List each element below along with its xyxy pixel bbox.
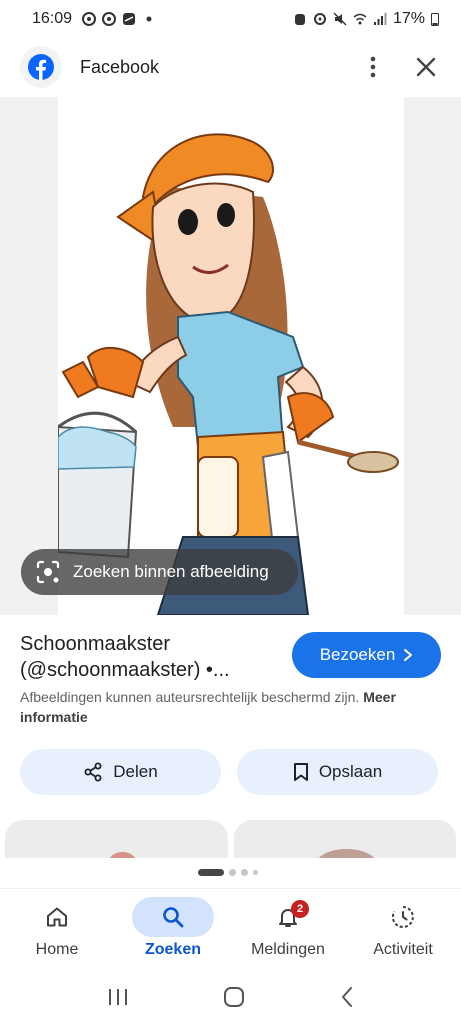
facebook-logo-icon xyxy=(20,46,62,88)
result-title-line1: Schoonmaakster xyxy=(20,633,171,655)
nav-notifications[interactable]: 2 Meldingen xyxy=(233,889,343,971)
share-button[interactable]: Delen xyxy=(20,749,221,795)
status-left-icons xyxy=(82,12,156,26)
search-inside-image-button[interactable]: Zoeken binnen afbeelding xyxy=(21,549,298,595)
nav-home[interactable]: Home xyxy=(2,889,112,971)
image-viewer[interactable] xyxy=(0,97,461,615)
carousel-dot xyxy=(241,869,248,876)
battery-text: 17% xyxy=(392,10,425,27)
status-time: 16:09 xyxy=(32,10,73,27)
carousel-dot xyxy=(253,870,258,875)
recents-icon[interactable] xyxy=(107,987,129,1007)
related-result-card[interactable] xyxy=(5,820,228,858)
cleaning-lady-illustration xyxy=(58,97,404,615)
visit-button-label: Bezoeken xyxy=(319,645,396,664)
viewer-header: Facebook xyxy=(0,38,461,96)
nfc-icon xyxy=(313,13,326,25)
search-inside-image-label: Zoeken binnen afbeelding xyxy=(73,562,269,581)
bell-icon: 2 xyxy=(247,897,329,937)
dot-icon xyxy=(146,16,152,22)
alarm-icon xyxy=(294,14,305,25)
chrome-icon xyxy=(82,12,97,26)
more-vert-icon[interactable] xyxy=(361,55,385,79)
bookmark-icon xyxy=(293,763,308,781)
carousel-dot xyxy=(229,869,236,876)
lens-icon xyxy=(36,560,60,584)
save-label: Opslaan xyxy=(318,762,383,781)
chevron-right-icon xyxy=(404,649,413,661)
copyright-text: Afbeeldingen kunnen auteursrechtelijk be… xyxy=(20,689,360,705)
share-icon xyxy=(84,762,102,782)
nav-search[interactable]: Zoeken xyxy=(118,889,228,971)
battery-icon xyxy=(431,13,439,26)
related-result-card[interactable] xyxy=(234,820,456,858)
wifi-icon xyxy=(353,13,367,25)
copyright-notice: Afbeeldingen kunnen auteursrechtelijk be… xyxy=(20,687,445,727)
nav-activity-label: Activiteit xyxy=(373,941,433,958)
carousel-dot-active xyxy=(198,869,224,876)
carousel-indicator xyxy=(198,869,258,876)
back-icon[interactable] xyxy=(340,986,354,1008)
mute-icon xyxy=(333,12,347,26)
home-icon xyxy=(16,897,98,937)
nav-notifications-label: Meldingen xyxy=(251,941,325,958)
search-icon xyxy=(132,897,214,937)
bottom-navigation: Home Zoeken 2 Meldingen Activiteit xyxy=(0,888,461,970)
notification-badge: 2 xyxy=(291,900,309,918)
share-label: Delen xyxy=(113,762,158,781)
source-title: Facebook xyxy=(80,56,160,77)
close-icon[interactable] xyxy=(411,52,441,82)
home-button-icon[interactable] xyxy=(223,986,245,1008)
chrome-icon xyxy=(102,12,117,26)
signal-icon xyxy=(373,13,387,25)
status-right-icons: 17% xyxy=(293,10,439,28)
save-button[interactable]: Opslaan xyxy=(237,749,438,795)
system-navigation-bar xyxy=(0,970,461,1024)
visit-button[interactable]: Bezoeken xyxy=(292,632,441,678)
nav-home-label: Home xyxy=(35,941,79,958)
result-title-line2: (@schoonmaakster) •... xyxy=(20,659,230,681)
status-bar: 16:09 17% xyxy=(0,0,461,38)
result-title[interactable]: Schoonmaakster (@schoonmaakster) •... xyxy=(20,631,280,683)
nav-search-label: Zoeken xyxy=(144,941,201,958)
activity-icon xyxy=(362,897,444,937)
nav-activity[interactable]: Activiteit xyxy=(348,889,458,971)
app-icon xyxy=(123,13,136,25)
